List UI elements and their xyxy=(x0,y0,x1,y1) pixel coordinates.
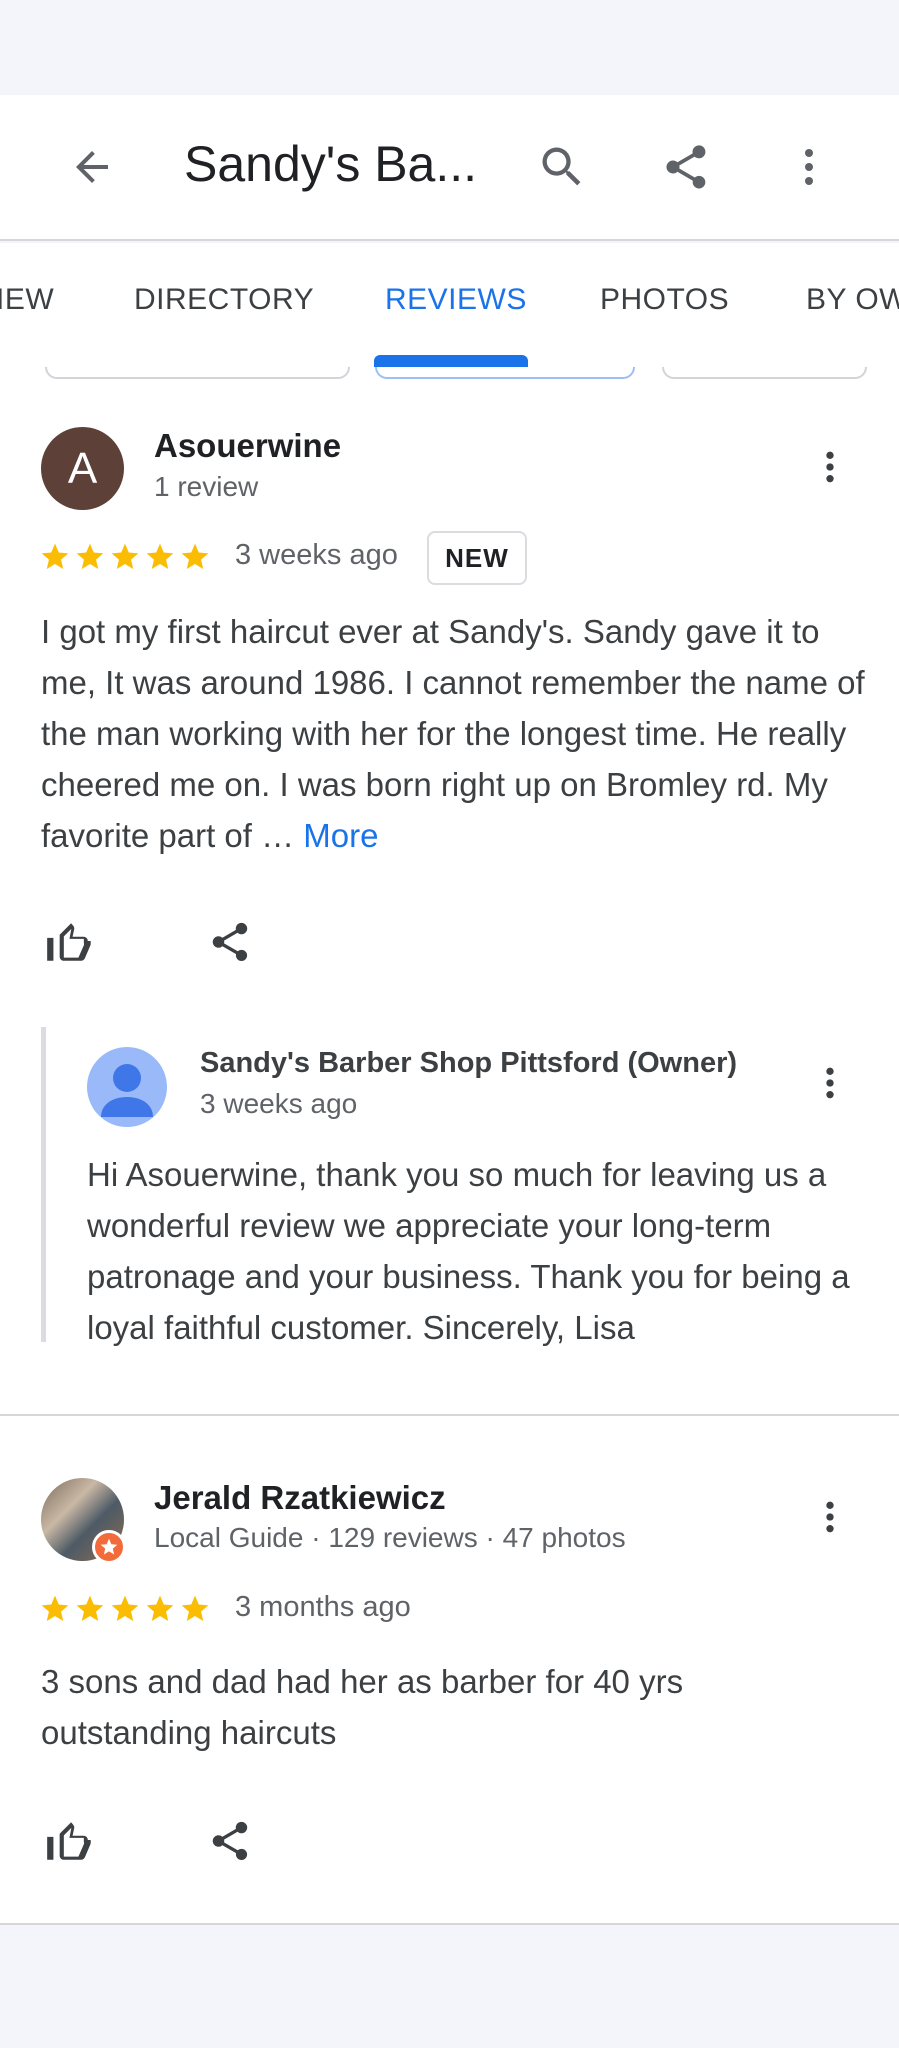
share-review-button[interactable] xyxy=(200,1811,260,1871)
tab-bar: IEW DIRECTORY REVIEWS PHOTOS BY OW xyxy=(0,243,899,367)
chip-edge xyxy=(45,367,350,379)
share-icon xyxy=(666,145,706,189)
page-title: Sandy's Ba... xyxy=(184,136,478,192)
owner-reply-text: Hi Asouerwine, thank you so much for lea… xyxy=(87,1156,850,1346)
review-more-button[interactable] xyxy=(805,437,855,497)
more-vert-icon xyxy=(826,1501,834,1533)
share-icon xyxy=(212,1821,248,1861)
star-rating xyxy=(39,1593,211,1625)
person-icon xyxy=(101,1064,153,1117)
arrow-back-icon xyxy=(76,151,108,183)
review-text: 3 sons and dad had her as barber for 40 … xyxy=(41,1663,684,1751)
star-icon xyxy=(181,543,209,569)
app-bar: Sandy's Ba... xyxy=(0,95,899,241)
share-icon xyxy=(212,922,248,962)
star-icon xyxy=(41,1595,69,1621)
star-rating xyxy=(39,541,211,573)
star-icon xyxy=(76,1595,104,1621)
star-icon xyxy=(100,1538,118,1555)
review-date: 3 months ago xyxy=(235,1591,411,1623)
review-divider xyxy=(0,1414,899,1416)
status-bar-area xyxy=(0,0,899,95)
review-author-meta: 1 review xyxy=(154,471,259,502)
active-tab-indicator xyxy=(374,355,528,367)
star-icon xyxy=(41,543,69,569)
avatar-initial: A xyxy=(67,443,98,493)
more-options-button[interactable] xyxy=(767,125,851,209)
search-button[interactable] xyxy=(520,125,604,209)
star-icon xyxy=(111,543,139,569)
star-icon xyxy=(111,1595,139,1621)
back-button[interactable] xyxy=(50,125,134,209)
tab-reviews[interactable]: REVIEWS xyxy=(385,283,527,317)
owner-avatar xyxy=(87,1047,167,1127)
reply-indicator xyxy=(41,1027,46,1342)
star-icon xyxy=(76,543,104,569)
tab-overview[interactable]: IEW xyxy=(0,283,54,317)
owner-reply-name: Sandy's Barber Shop Pittsford (Owner) xyxy=(200,1047,738,1079)
share-review-button[interactable] xyxy=(200,912,260,972)
tab-by-owner[interactable]: BY OW xyxy=(806,283,899,317)
chip-edge xyxy=(375,367,635,379)
reply-more-button[interactable] xyxy=(805,1053,855,1113)
review-author-name[interactable]: Asouerwine xyxy=(154,427,341,465)
review-text: I got my first haircut ever at Sandy's. … xyxy=(41,606,871,861)
list-end-divider xyxy=(0,1923,899,1925)
like-button[interactable] xyxy=(38,912,98,972)
more-vert-icon xyxy=(805,149,813,185)
review-author-meta: Local Guide · 129 reviews · 47 photos xyxy=(154,1522,626,1553)
new-badge: NEW xyxy=(427,531,527,585)
share-button[interactable] xyxy=(644,125,728,209)
review-date: 3 weeks ago xyxy=(235,539,398,571)
owner-reply-date: 3 weeks ago xyxy=(200,1088,358,1119)
thumb-up-icon xyxy=(47,923,91,961)
search-icon xyxy=(542,147,581,186)
local-guide-badge xyxy=(92,1530,126,1564)
review-more-button[interactable] xyxy=(805,1487,855,1547)
thumb-up-icon xyxy=(47,1822,91,1860)
review-author-name[interactable]: Jerald Rzatkiewicz xyxy=(154,1479,446,1517)
avatar[interactable]: A xyxy=(41,427,124,510)
review-text-body: I got my first haircut ever at Sandy's. … xyxy=(41,613,865,854)
reviews-list: A Asouerwine 1 review 3 weeks ago NEW I … xyxy=(0,367,899,1925)
chip-edge xyxy=(662,367,867,379)
star-icon xyxy=(146,543,174,569)
more-vert-icon xyxy=(826,451,834,483)
tab-photos[interactable]: PHOTOS xyxy=(600,283,729,317)
like-button[interactable] xyxy=(38,1811,98,1871)
tab-directory[interactable]: DIRECTORY xyxy=(134,283,314,317)
more-vert-icon xyxy=(826,1067,834,1099)
more-link[interactable]: More xyxy=(303,817,378,854)
star-icon xyxy=(181,1595,209,1621)
star-icon xyxy=(146,1595,174,1621)
